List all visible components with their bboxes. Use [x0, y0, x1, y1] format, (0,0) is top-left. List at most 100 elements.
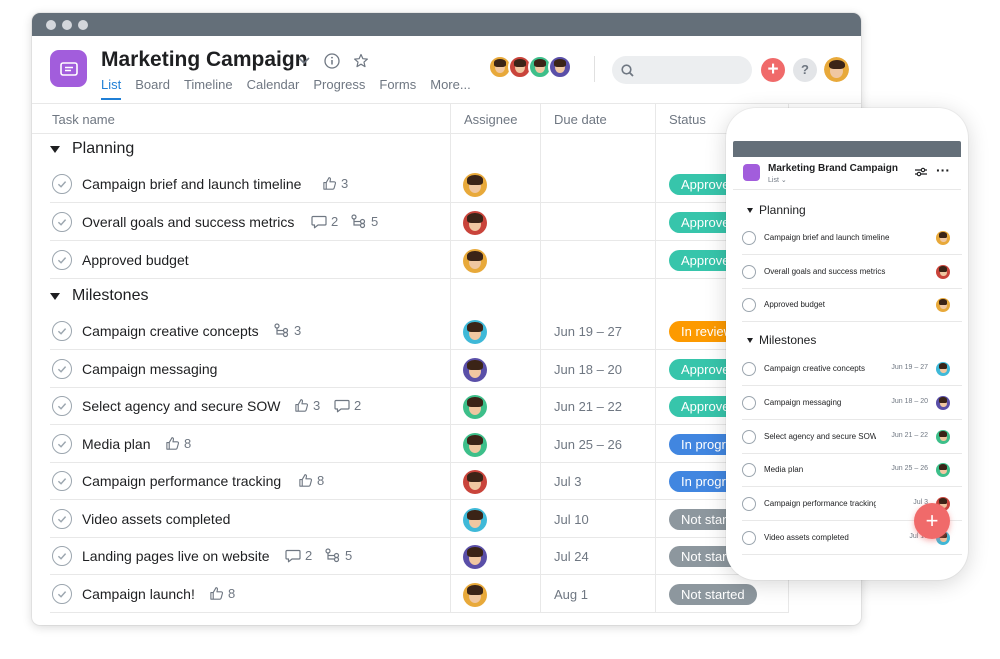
- complete-task-checkbox[interactable]: [52, 546, 72, 566]
- comments[interactable]: 2: [334, 398, 361, 413]
- assignee-avatar[interactable]: [463, 583, 487, 607]
- assignee-cell[interactable]: [463, 583, 487, 607]
- complete-task-checkbox[interactable]: [742, 265, 756, 279]
- mobile-assignee-cell[interactable]: [936, 396, 950, 410]
- task-name[interactable]: Campaign launch!: [82, 586, 195, 602]
- mobile-task-name[interactable]: Video assets completed: [764, 533, 876, 542]
- assignee-cell[interactable]: [463, 508, 487, 532]
- likes[interactable]: 3: [294, 398, 320, 413]
- task-row[interactable]: Approved budget Approved: [50, 242, 789, 279]
- info-icon[interactable]: [323, 52, 341, 70]
- due-date[interactable]: Jun 21 – 22: [554, 399, 622, 414]
- task-name[interactable]: Select agency and secure SOW: [82, 398, 280, 414]
- assignee-cell[interactable]: [463, 545, 487, 569]
- task-name[interactable]: Overall goals and success metrics: [82, 214, 294, 230]
- complete-task-checkbox[interactable]: [742, 231, 756, 245]
- user-avatar[interactable]: [824, 57, 849, 82]
- complete-task-checkbox[interactable]: [742, 396, 756, 410]
- assignee-cell[interactable]: [463, 320, 487, 344]
- mobile-task-name[interactable]: Media plan: [764, 465, 876, 474]
- assignee-avatar[interactable]: [463, 433, 487, 457]
- task-row[interactable]: Media plan 8 Jun 25 – 26 In progress: [50, 426, 789, 463]
- collapse-triangle-icon[interactable]: [50, 145, 60, 153]
- assignee-cell[interactable]: [463, 173, 487, 197]
- tab-more[interactable]: More...: [430, 77, 470, 100]
- due-date[interactable]: Jun 25 – 26: [554, 437, 622, 452]
- subtasks[interactable]: 5: [351, 214, 378, 229]
- complete-task-checkbox[interactable]: [52, 509, 72, 529]
- mobile-task-row[interactable]: Select agency and secure SOW Jun 21 – 22: [742, 421, 962, 454]
- complete-task-checkbox[interactable]: [742, 531, 756, 545]
- collapse-triangle-icon[interactable]: [747, 337, 753, 343]
- assignee-avatar[interactable]: [936, 231, 950, 245]
- tab-board[interactable]: Board: [135, 77, 170, 100]
- complete-task-checkbox[interactable]: [742, 463, 756, 477]
- complete-task-checkbox[interactable]: [742, 362, 756, 376]
- complete-task-checkbox[interactable]: [742, 430, 756, 444]
- assignee-avatar[interactable]: [463, 395, 487, 419]
- assignee-cell[interactable]: [463, 249, 487, 273]
- task-name[interactable]: Campaign performance tracking: [82, 473, 281, 489]
- mobile-assignee-cell[interactable]: [936, 362, 950, 376]
- column-task-name[interactable]: Task name: [52, 112, 115, 127]
- project-members[interactable]: [488, 55, 572, 79]
- mobile-task-row[interactable]: Overall goals and success metrics: [742, 256, 962, 289]
- due-date[interactable]: Jun 18 – 20: [554, 362, 622, 377]
- mobile-task-name[interactable]: Campaign messaging: [764, 398, 876, 407]
- mobile-assignee-cell[interactable]: [936, 298, 950, 312]
- task-row[interactable]: Video assets completed Jul 10 Not started: [50, 501, 789, 538]
- task-name[interactable]: Campaign brief and launch timeline: [82, 176, 301, 192]
- mobile-assignee-cell[interactable]: [936, 231, 950, 245]
- complete-task-checkbox[interactable]: [52, 584, 72, 604]
- likes[interactable]: 3: [322, 176, 348, 191]
- complete-task-checkbox[interactable]: [52, 396, 72, 416]
- task-row[interactable]: Landing pages live on website 2 5 Jul 24 Not…: [50, 538, 789, 575]
- task-row[interactable]: Select agency and secure SOW 3 2 Jun 21 – 2…: [50, 388, 789, 425]
- due-date[interactable]: Jun 19 – 27: [554, 324, 622, 339]
- tab-forms[interactable]: Forms: [379, 77, 416, 100]
- assignee-avatar[interactable]: [463, 320, 487, 344]
- window-close-dot[interactable]: [46, 19, 56, 30]
- assignee-avatar[interactable]: [463, 173, 487, 197]
- assignee-avatar[interactable]: [463, 211, 487, 235]
- assignee-avatar[interactable]: [936, 298, 950, 312]
- collapse-triangle-icon[interactable]: [747, 207, 753, 213]
- complete-task-checkbox[interactable]: [52, 321, 72, 341]
- complete-task-checkbox[interactable]: [52, 434, 72, 454]
- mobile-assignee-cell[interactable]: [936, 430, 950, 444]
- task-row[interactable]: Campaign creative concepts 3 Jun 19 – 27 In…: [50, 313, 789, 350]
- column-due-date[interactable]: Due date: [554, 112, 607, 127]
- member-avatar[interactable]: [548, 55, 572, 79]
- complete-task-checkbox[interactable]: [742, 298, 756, 312]
- task-name[interactable]: Media plan: [82, 436, 151, 452]
- assignee-avatar[interactable]: [936, 463, 950, 477]
- task-name[interactable]: Campaign messaging: [82, 361, 217, 377]
- complete-task-checkbox[interactable]: [52, 359, 72, 379]
- assignee-avatar[interactable]: [936, 396, 950, 410]
- column-assignee[interactable]: Assignee: [464, 112, 517, 127]
- assignee-avatar[interactable]: [936, 265, 950, 279]
- mobile-task-row[interactable]: Approved budget: [742, 289, 962, 322]
- mobile-section-header[interactable]: Planning: [747, 203, 806, 217]
- subtasks[interactable]: 5: [325, 548, 352, 563]
- assignee-avatar[interactable]: [936, 362, 950, 376]
- assignee-avatar[interactable]: [463, 249, 487, 273]
- subtasks[interactable]: 3: [274, 323, 301, 338]
- mobile-task-row[interactable]: Campaign creative concepts Jun 19 – 27: [742, 353, 962, 386]
- help-button[interactable]: ?: [793, 58, 817, 82]
- task-name[interactable]: Landing pages live on website: [82, 548, 270, 564]
- likes[interactable]: 8: [209, 586, 235, 601]
- likes[interactable]: 8: [165, 436, 191, 451]
- mobile-task-name[interactable]: Select agency and secure SOW: [764, 432, 876, 441]
- user-avatar-image[interactable]: [824, 57, 849, 82]
- mobile-task-name[interactable]: Campaign brief and launch timeline: [764, 233, 929, 242]
- assignee-cell[interactable]: [463, 211, 487, 235]
- assignee-avatar[interactable]: [463, 545, 487, 569]
- task-row[interactable]: Overall goals and success metrics 2 5 Appro…: [50, 204, 789, 241]
- section-header[interactable]: Planning: [50, 140, 134, 158]
- filter-icon[interactable]: [915, 167, 927, 180]
- complete-task-checkbox[interactable]: [52, 250, 72, 270]
- add-button[interactable]: +: [761, 58, 785, 82]
- column-status[interactable]: Status: [669, 112, 706, 127]
- assignee-avatar[interactable]: [463, 508, 487, 532]
